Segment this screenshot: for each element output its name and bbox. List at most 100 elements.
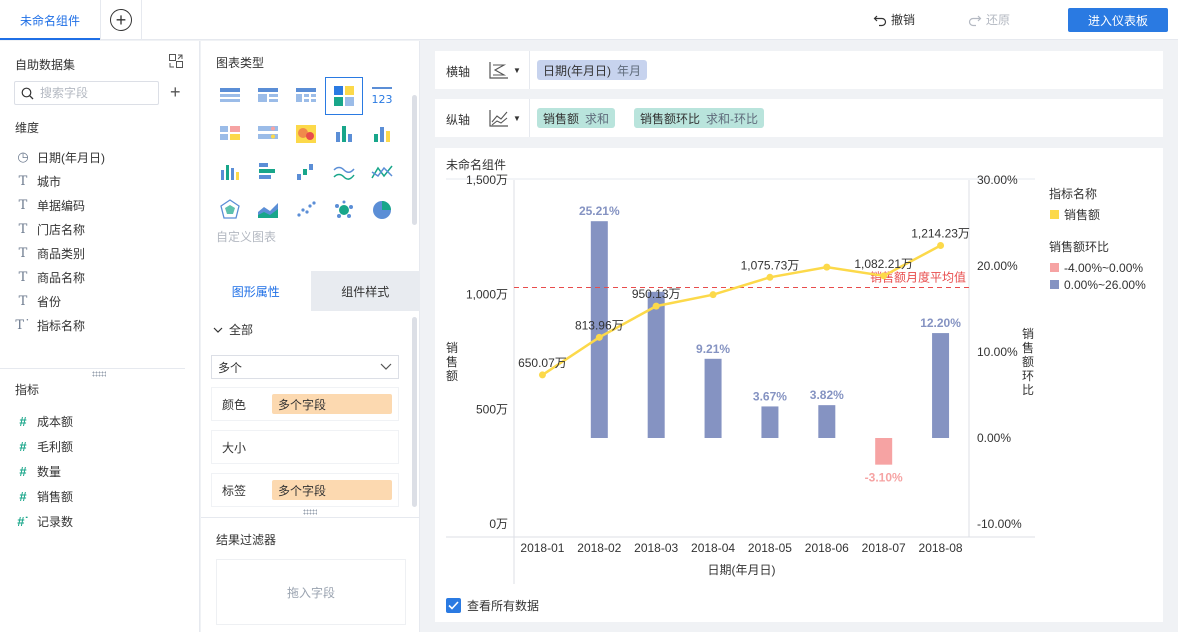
- dot-table-icon[interactable]: [249, 115, 287, 153]
- dimension-field[interactable]: T 门店名称: [15, 220, 85, 238]
- bar-data-label: 3.82%: [810, 388, 844, 402]
- tab-shape-attributes[interactable]: 图形属性: [201, 271, 311, 311]
- property-value[interactable]: 多个字段: [272, 480, 392, 500]
- resize-handle[interactable]: [303, 509, 317, 515]
- measure-select[interactable]: 多个: [211, 355, 399, 379]
- size-property[interactable]: 大小: [211, 430, 399, 464]
- undo-button[interactable]: 撤销: [873, 11, 915, 28]
- axis-type-icon[interactable]: [488, 60, 510, 80]
- hash-icon: #: [19, 438, 27, 454]
- dimension-field[interactable]: T 商品类别: [15, 244, 85, 262]
- axis-type-icon[interactable]: [488, 108, 510, 128]
- line-point: [766, 273, 774, 281]
- y-axis-title-left: 额: [446, 369, 458, 383]
- caret-down-icon[interactable]: ▼: [513, 66, 521, 75]
- text-type-icon: T: [18, 293, 28, 309]
- undo-label: 撤销: [891, 13, 916, 27]
- measure-field[interactable]: # 成本额: [15, 412, 73, 430]
- y-axis-title-right: 比: [1022, 383, 1034, 397]
- polyline-chart-icon[interactable]: [363, 153, 401, 191]
- stacked-bar-icon[interactable]: [325, 115, 363, 153]
- add-field-button[interactable]: +: [170, 83, 181, 101]
- dimension-field[interactable]: T 单据编码: [15, 196, 85, 214]
- x-field-pill[interactable]: 日期(年月日) 年月: [537, 60, 648, 80]
- y-axis-label: 纵轴: [446, 113, 471, 127]
- area-chart-icon[interactable]: [249, 191, 287, 229]
- checkbox-checked-icon[interactable]: [446, 598, 461, 613]
- measure-field[interactable]: # 毛利额: [15, 437, 73, 455]
- multi-column-icon[interactable]: [211, 153, 249, 191]
- caret-down-icon[interactable]: ▼: [513, 114, 521, 123]
- right-tick-label: -10.00%: [977, 517, 1022, 531]
- combo-chart[interactable]: 0万 500万 1,000万 1,500万 -10.00% 0.00% 10.00% 20.0…: [435, 148, 1163, 588]
- dimension-field[interactable]: ◷ 日期(年月日): [15, 148, 105, 166]
- properties-scrollbar[interactable]: [412, 317, 417, 507]
- bar-horizontal-icon[interactable]: [249, 153, 287, 191]
- field-label: 销售额: [37, 489, 74, 504]
- switch-dataset-icon[interactable]: [168, 53, 184, 69]
- dimension-field[interactable]: T 省份: [15, 292, 61, 310]
- waterfall-icon[interactable]: [287, 153, 325, 191]
- cross-table-icon[interactable]: [287, 77, 325, 115]
- y-field-pill[interactable]: 销售额环比 求和-环比: [634, 108, 765, 128]
- property-label: 标签: [222, 483, 247, 498]
- show-all-data-toggle[interactable]: 查看所有数据: [446, 597, 539, 614]
- bar: [932, 333, 950, 438]
- resize-handle[interactable]: [92, 371, 106, 377]
- custom-chart-label[interactable]: 自定义图表: [216, 228, 276, 245]
- right-tick-label: 20.00%: [977, 259, 1018, 273]
- redo-button[interactable]: 还原: [968, 11, 1010, 28]
- bar-data-label: 9.21%: [696, 342, 730, 356]
- kpi-number-icon[interactable]: 123: [363, 77, 401, 115]
- y-field-pill[interactable]: 销售额 求和: [537, 108, 616, 128]
- y-axis-title-left: 销: [446, 341, 458, 355]
- x-axis-config: 横轴 ▼ 日期(年月日) 年月: [435, 51, 1163, 89]
- line-point: [652, 302, 660, 310]
- x-tick-label: 2018-08: [919, 541, 963, 555]
- legend-title: 指标名称: [1049, 186, 1097, 201]
- bar: [818, 405, 836, 438]
- tab-unnamed-widget[interactable]: 未命名组件: [0, 0, 100, 40]
- chart-type-scrollbar[interactable]: [412, 95, 417, 225]
- auto-chart-icon[interactable]: [325, 77, 363, 115]
- color-property[interactable]: 颜色 多个字段: [211, 387, 399, 421]
- measure-field[interactable]: #˙ 记录数: [15, 512, 73, 530]
- bar: [704, 358, 722, 438]
- legend-swatch: [1050, 263, 1059, 272]
- column-chart-icon[interactable]: [363, 115, 401, 153]
- dimension-field[interactable]: T 商品名称: [15, 268, 85, 286]
- filter-drop-zone[interactable]: 拖入字段: [216, 559, 406, 625]
- dimension-field[interactable]: T˙ 指标名称: [15, 316, 85, 334]
- tab-component-style[interactable]: 组件样式: [310, 271, 420, 311]
- add-tab-button[interactable]: +: [100, 0, 142, 40]
- table-chart-icon[interactable]: [211, 77, 249, 115]
- right-tick-label: 10.00%: [977, 345, 1018, 359]
- line-chart-icon[interactable]: [325, 153, 363, 191]
- enter-dashboard-button[interactable]: 进入仪表板: [1068, 8, 1168, 32]
- search-input[interactable]: [40, 86, 150, 100]
- all-dropdown-toggle[interactable]: 全部: [213, 321, 253, 338]
- scatter-chart-icon[interactable]: [287, 191, 325, 229]
- property-value[interactable]: 多个字段: [272, 394, 392, 414]
- grouped-table-icon[interactable]: [249, 77, 287, 115]
- field-search-box[interactable]: [14, 81, 159, 105]
- y-axis-title-left: 售: [446, 354, 458, 369]
- label-property[interactable]: 标签 多个字段: [211, 473, 399, 507]
- line-point: [880, 272, 888, 280]
- heatmap-icon[interactable]: [287, 115, 325, 153]
- dataset-title: 自助数据集: [15, 58, 76, 72]
- measure-field[interactable]: # 数量: [15, 462, 61, 480]
- pie-chart-icon[interactable]: [363, 191, 401, 229]
- bar-data-label: 12.20%: [920, 316, 961, 330]
- bubble-chart-icon[interactable]: [325, 191, 363, 229]
- measure-field[interactable]: # 销售额: [15, 487, 73, 505]
- x-tick-label: 2018-06: [805, 541, 849, 555]
- dimension-field[interactable]: T 城市: [15, 172, 61, 190]
- legend-item: -4.00%~0.00%: [1064, 261, 1143, 275]
- x-tick-label: 2018-01: [520, 541, 564, 555]
- x-axis-label: 横轴: [446, 65, 471, 79]
- field-label: 指标名称: [37, 318, 86, 333]
- field-label: 毛利额: [37, 439, 74, 454]
- radar-chart-icon[interactable]: [211, 191, 249, 229]
- text-table-icon[interactable]: [211, 115, 249, 153]
